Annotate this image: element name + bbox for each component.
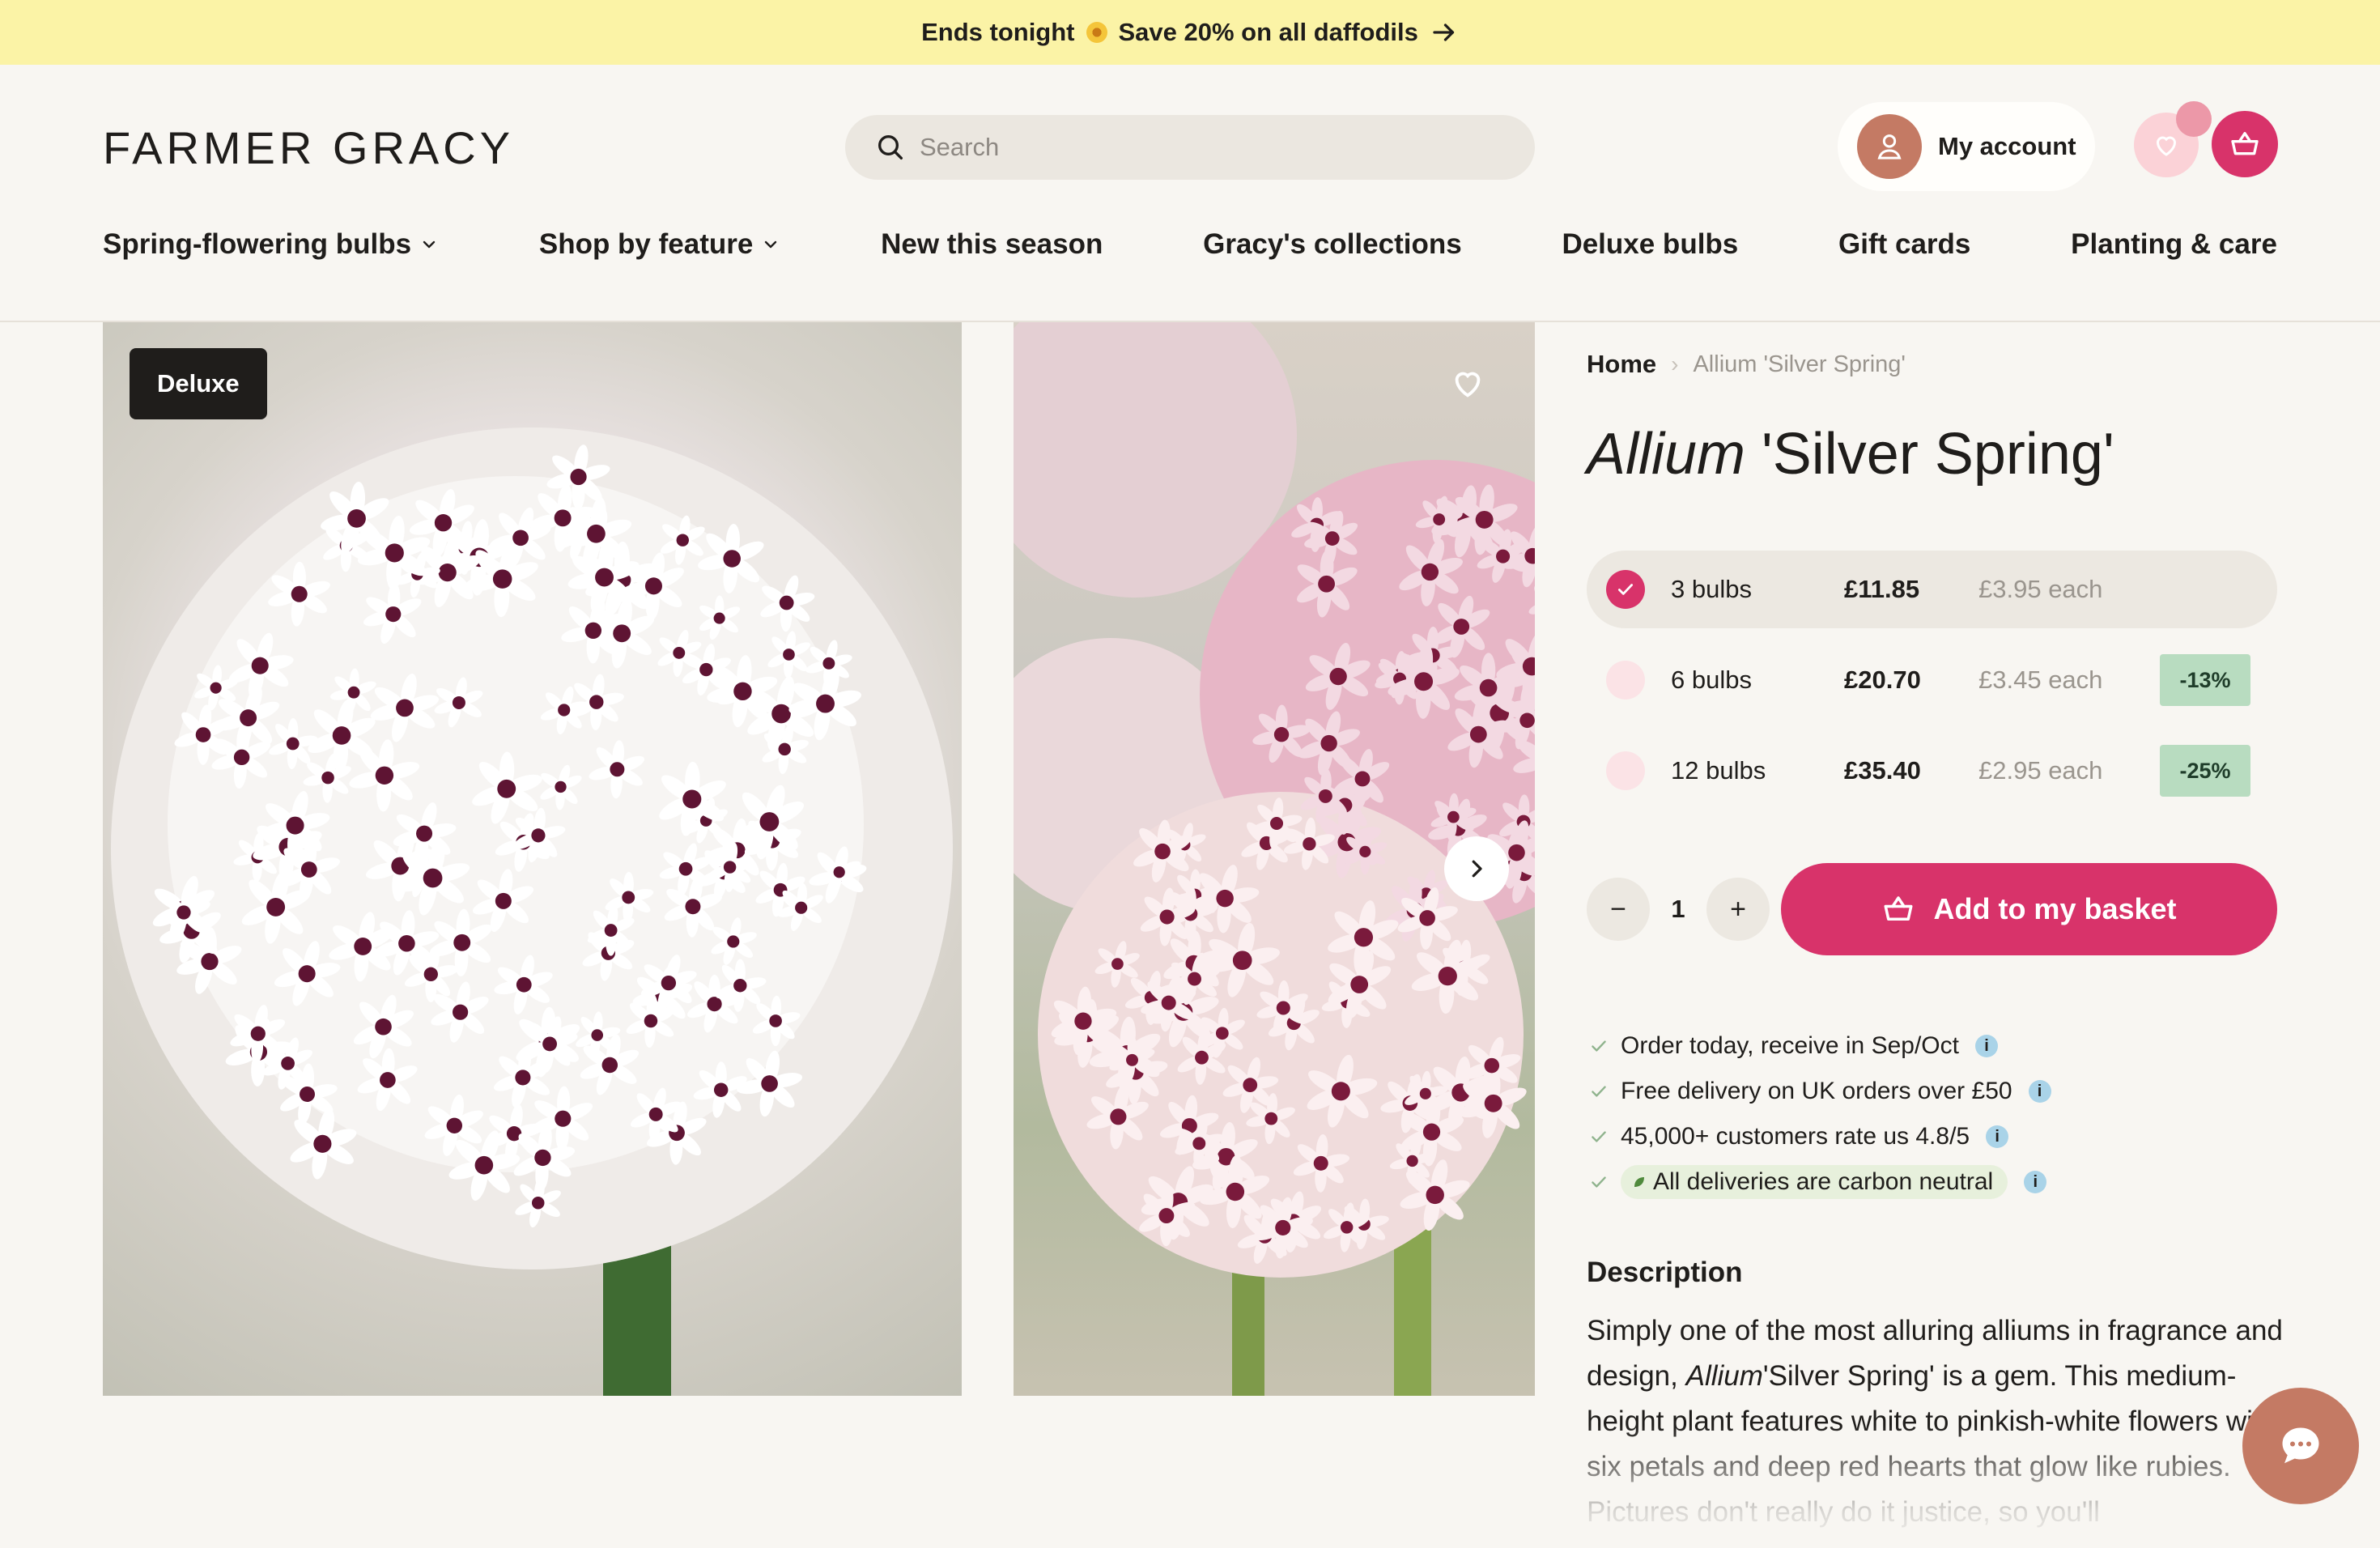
perk-text: Free delivery on UK orders over £50 — [1621, 1078, 2012, 1104]
nav-item-label: Planting & care — [2071, 228, 2277, 260]
my-account-button[interactable]: My account — [1838, 102, 2095, 191]
basket-icon — [2231, 132, 2259, 155]
breadcrumb-current: Allium 'Silver Spring' — [1693, 351, 1906, 377]
product-image-secondary[interactable] — [1014, 322, 1535, 1396]
radio-selected[interactable] — [1606, 570, 1645, 609]
check-icon — [1592, 1176, 1606, 1188]
chevron-down-icon — [423, 240, 436, 249]
nav-item-label: Shop by feature — [538, 228, 754, 260]
pack-size-options: 3 bulbs £11.85 £3.95 each 6 bulbs £20.70… — [1587, 551, 2277, 823]
nav-gift-cards[interactable]: Gift cards — [1838, 228, 1970, 261]
chevron-down-icon — [765, 240, 777, 249]
pack-price: £20.70 — [1844, 666, 1921, 694]
quantity-stepper: − 1 + — [1587, 878, 1770, 941]
nav-item-label: Gift cards — [1838, 228, 1971, 260]
wishlist-notification-dot — [2176, 101, 2212, 137]
perk-text: 45,000+ customers rate us 4.8/5 — [1621, 1123, 1970, 1150]
basket-icon — [1884, 896, 1913, 921]
nav-item-label: New this season — [881, 228, 1103, 260]
chat-button[interactable] — [2242, 1388, 2359, 1504]
basket-button[interactable] — [2212, 111, 2278, 177]
add-to-basket-label: Add to my basket — [1933, 892, 2177, 925]
pack-unit-price: £3.45 each — [1978, 666, 2103, 694]
breadcrumb-home[interactable]: Home — [1587, 350, 1656, 379]
leaf-icon — [1634, 1177, 1644, 1187]
pack-unit-price: £3.95 each — [1978, 575, 2103, 603]
description-fade-overlay — [1570, 1425, 2315, 1548]
description-heading: Description — [1587, 1257, 1743, 1288]
arrow-right-icon — [1433, 23, 1455, 41]
info-icon[interactable]: i — [1974, 1035, 1998, 1057]
pack-option-6-bulbs[interactable]: 6 bulbs £20.70 £3.45 each -13% — [1587, 641, 2277, 719]
nav-planting-care[interactable]: Planting & care — [2071, 228, 2277, 261]
nav-gracys-collections[interactable]: Gracy's collections — [1203, 228, 1462, 261]
quantity-value[interactable]: 1 — [1650, 895, 1706, 924]
pack-option-12-bulbs[interactable]: 12 bulbs £35.40 £2.95 each -25% — [1587, 732, 2277, 810]
nav-deluxe-bulbs[interactable]: Deluxe bulbs — [1562, 228, 1738, 261]
pack-quantity: 3 bulbs — [1671, 575, 1752, 603]
saving-badge: -13% — [2160, 654, 2250, 706]
delivery-perks: Order today, receive in Sep/Oct i Free d… — [1588, 1023, 2051, 1205]
product-title-genus: Allium — [1587, 422, 1746, 487]
chat-bubble-icon — [2282, 1427, 2319, 1464]
product-title: Allium 'Silver Spring' — [1587, 421, 2114, 487]
search-input[interactable] — [918, 132, 1485, 163]
pack-quantity: 12 bulbs — [1671, 756, 1766, 785]
breadcrumb: Home › Allium 'Silver Spring' — [1587, 350, 1906, 379]
increment-button[interactable]: + — [1706, 878, 1770, 941]
nav-new-this-season[interactable]: New this season — [881, 228, 1103, 261]
pack-price: £11.85 — [1844, 575, 1920, 603]
info-icon[interactable]: i — [2028, 1080, 2051, 1103]
check-icon — [1592, 1086, 1606, 1097]
product-title-variety: 'Silver Spring' — [1745, 422, 2114, 487]
pack-option-3-bulbs[interactable]: 3 bulbs £11.85 £3.95 each — [1587, 551, 2277, 628]
site-logo[interactable]: FARMER GRACY — [103, 121, 514, 174]
favorite-heart-icon[interactable] — [1449, 364, 1486, 402]
perk-delivery-window: Order today, receive in Sep/Oct i — [1588, 1023, 2051, 1069]
deluxe-badge: Deluxe — [130, 348, 267, 419]
nav-shop-by-feature[interactable]: Shop by feature — [539, 228, 780, 261]
check-icon — [1592, 1040, 1606, 1052]
nav-item-label: Deluxe bulbs — [1562, 228, 1739, 260]
main-nav: Spring-flowering bulbs Shop by feature N… — [103, 228, 2277, 261]
daffodil-icon — [1086, 22, 1107, 43]
perk-carbon-neutral: All deliveries are carbon neutral i — [1588, 1159, 2051, 1205]
my-account-label: My account — [1938, 132, 2076, 160]
user-icon — [1877, 134, 1902, 159]
perk-text: Order today, receive in Sep/Oct — [1621, 1032, 1959, 1059]
allium-flower-photo — [111, 427, 953, 1396]
next-image-button[interactable] — [1444, 836, 1509, 901]
nav-item-label: Gracy's collections — [1203, 228, 1462, 260]
nav-spring-flowering-bulbs[interactable]: Spring-flowering bulbs — [103, 228, 439, 261]
promo-banner[interactable]: Ends tonight Save 20% on all daffodils — [0, 0, 2380, 65]
pack-quantity: 6 bulbs — [1671, 666, 1752, 694]
saving-badge: -25% — [2160, 745, 2250, 797]
check-icon — [1592, 1131, 1606, 1142]
breadcrumb-separator-icon: › — [1671, 351, 1679, 376]
product-image-main[interactable]: Deluxe — [103, 322, 962, 1396]
decrement-button[interactable]: − — [1587, 878, 1650, 941]
add-to-basket-button[interactable]: Add to my basket — [1781, 863, 2277, 955]
nav-item-label: Spring-flowering bulbs — [103, 228, 412, 260]
chevron-right-icon — [1472, 860, 1482, 878]
info-icon[interactable]: i — [1986, 1125, 2009, 1148]
promo-text-offer: Save 20% on all daffodils — [1118, 18, 1418, 46]
description-italic: Allium — [1685, 1360, 1763, 1392]
heart-icon — [2156, 136, 2177, 156]
pack-price: £35.40 — [1844, 756, 1921, 785]
promo-text-ends: Ends tonight — [921, 18, 1075, 46]
avatar — [1857, 114, 1922, 179]
perk-text: All deliveries are carbon neutral — [1653, 1168, 1994, 1195]
carbon-neutral-pill: All deliveries are carbon neutral — [1621, 1165, 2008, 1199]
radio-unselected[interactable] — [1606, 751, 1645, 790]
check-icon — [1618, 584, 1633, 595]
perk-free-delivery: Free delivery on UK orders over £50 i — [1588, 1069, 2051, 1114]
pack-unit-price: £2.95 each — [1978, 756, 2103, 785]
search-bar[interactable] — [845, 115, 1535, 180]
info-icon[interactable]: i — [2024, 1171, 2047, 1193]
search-icon — [878, 135, 903, 159]
radio-unselected[interactable] — [1606, 661, 1645, 700]
perk-customer-rating: 45,000+ customers rate us 4.8/5 i — [1588, 1114, 2051, 1159]
